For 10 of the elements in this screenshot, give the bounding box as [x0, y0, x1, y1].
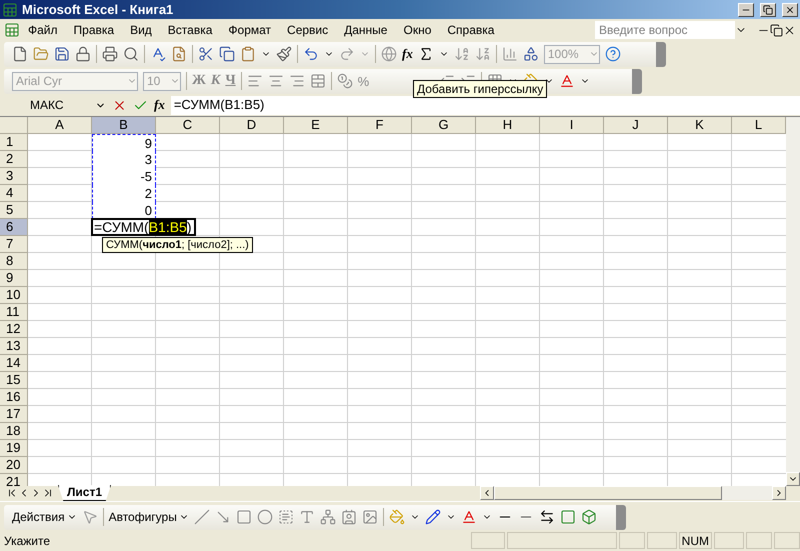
- function-hint: СУММ(число1; [число2]; ...): [102, 236, 253, 253]
- table-cell: 0: [92, 202, 156, 219]
- num-lock-indicator: NUM: [678, 532, 712, 550]
- status-text: Укажите: [4, 534, 50, 548]
- window-title: Microsoft Excel - Книга1: [22, 2, 174, 18]
- table-cell: 9: [92, 134, 156, 151]
- table-cell: 3: [92, 150, 156, 168]
- hyperlink-tooltip: Добавить гиперссылку: [413, 80, 548, 98]
- table-cell: 2: [92, 184, 156, 202]
- table-cell: -5: [92, 168, 156, 185]
